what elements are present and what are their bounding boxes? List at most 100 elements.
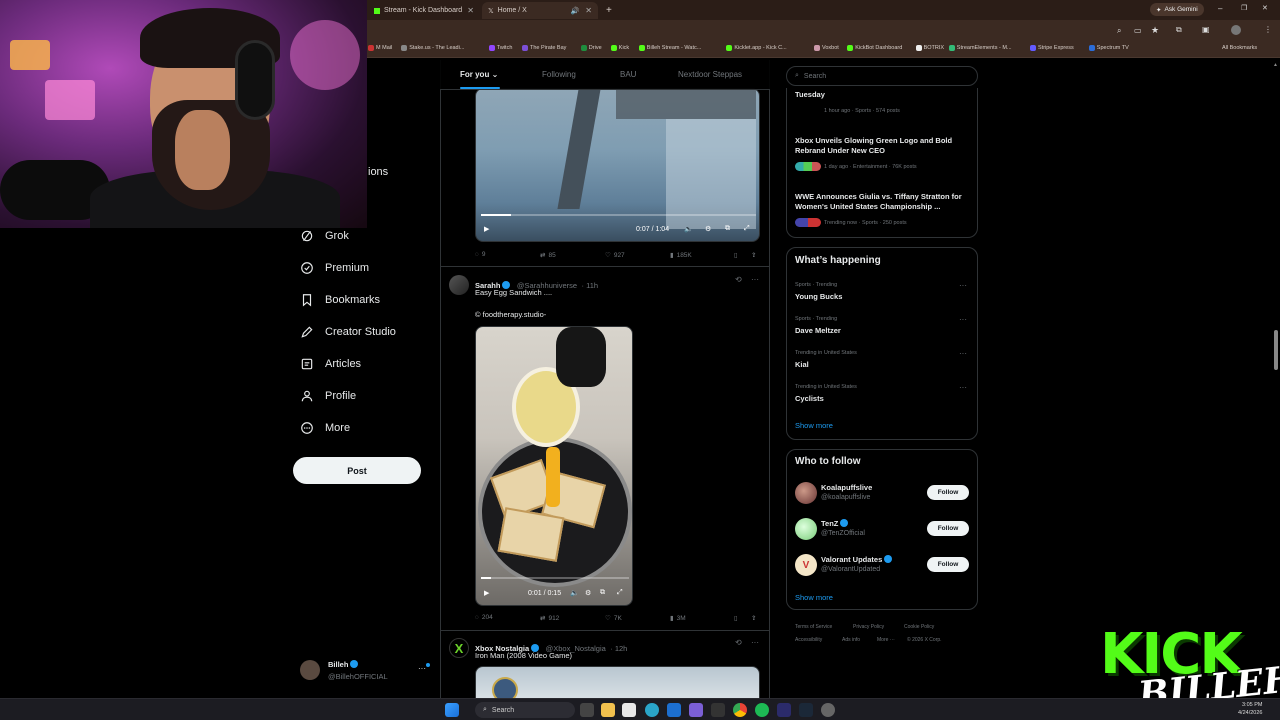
settings-icon[interactable]: ⚙ (585, 589, 591, 597)
footer-link[interactable]: Cookie Policy (904, 624, 934, 630)
footer-link[interactable]: Privacy Policy (853, 624, 884, 630)
follow-button[interactable]: Follow (927, 557, 969, 572)
post-more-icon[interactable]: ··· (751, 275, 759, 284)
pip-icon[interactable]: ⧉ (600, 589, 605, 597)
bookmark-item[interactable]: Twitch (488, 45, 512, 51)
profile-avatar-icon[interactable] (1231, 25, 1241, 35)
trend-more-icon[interactable]: ··· (959, 281, 967, 290)
chrome-icon[interactable] (733, 703, 747, 717)
search-input[interactable]: ⌕ Search (786, 66, 978, 86)
post-video[interactable]: ▶ 0:07 / 1:04 🔈 ⚙ ⧉ ⤢ (475, 88, 760, 242)
bookmark-item[interactable]: The Pirate Bay (522, 45, 566, 51)
settings-icon[interactable]: ⚙ (705, 225, 711, 233)
post-more-icon[interactable]: ··· (751, 638, 759, 647)
scroll-thumb[interactable] (1274, 330, 1278, 370)
bookmark-item[interactable]: BOTRIX (915, 45, 944, 51)
account-switcher[interactable]: Billeh @BillehOFFICIAL ··· (300, 658, 434, 684)
close-window-icon[interactable]: ✕ (1262, 4, 1268, 12)
avatar[interactable] (449, 275, 469, 295)
repost-button[interactable]: ⇄ 912 (540, 614, 559, 623)
trend-more-icon[interactable]: ··· (959, 349, 967, 358)
fullscreen-icon[interactable]: ⤢ (617, 589, 623, 597)
terminal-icon[interactable] (777, 703, 791, 717)
edge-icon[interactable] (645, 703, 659, 717)
scroll-up-icon[interactable]: ▲ (1273, 62, 1278, 68)
video-progress-track[interactable] (481, 577, 629, 579)
avatar[interactable] (795, 482, 817, 504)
nav-articles[interactable]: Articles (300, 353, 361, 375)
trend-more-icon[interactable]: ··· (959, 383, 967, 392)
reply-button[interactable]: ◌ 9 (475, 251, 486, 258)
xbox-icon[interactable] (711, 703, 725, 717)
menu-dots-icon[interactable]: ⋮ (1264, 25, 1272, 34)
file-explorer-icon[interactable] (601, 703, 615, 717)
bookmark-button[interactable]: ▯ (734, 251, 738, 259)
tab-for-you[interactable]: For you ⌄ (460, 70, 498, 79)
tab-following[interactable]: Following (542, 70, 576, 79)
bookmark-item[interactable]: Stripe Express (1030, 45, 1074, 51)
like-button[interactable]: ♡ 927 (605, 251, 625, 260)
nav-premium[interactable]: Premium (300, 257, 369, 279)
share-button[interactable]: ⇪ (751, 614, 756, 622)
restore-icon[interactable]: ❐ (1241, 4, 1247, 12)
bookmark-item[interactable]: Drive (580, 45, 602, 51)
discord-icon[interactable] (689, 703, 703, 717)
nav-creator-studio[interactable]: Creator Studio (300, 321, 396, 343)
nav-profile[interactable]: Profile (300, 385, 356, 407)
trend-name[interactable]: Kial (795, 360, 809, 369)
grok-post-icon[interactable]: ⟲ (735, 638, 742, 647)
nav-more[interactable]: More (300, 417, 350, 439)
like-button[interactable]: ♡ 7K (605, 614, 622, 623)
mail-icon[interactable] (667, 703, 681, 717)
avatar[interactable]: V (795, 554, 817, 576)
avatar[interactable]: X (449, 638, 469, 658)
store-icon[interactable] (622, 703, 636, 717)
views-button[interactable]: ▮ 3M (670, 614, 686, 623)
post-button[interactable]: Post (293, 457, 421, 484)
task-view-icon[interactable] (580, 703, 594, 717)
views-button[interactable]: ▮ 185K (670, 251, 692, 260)
bookmark-button[interactable]: ▯ (734, 614, 738, 622)
follow-button[interactable]: Follow (927, 521, 969, 536)
cast-icon[interactable]: ▭ (1134, 26, 1142, 35)
fullscreen-icon[interactable]: ⤢ (744, 225, 750, 233)
close-tab-icon[interactable]: ✕ (585, 6, 592, 15)
steam-icon[interactable] (799, 703, 813, 717)
footer-link[interactable]: Accessibility (795, 637, 822, 643)
footer-link[interactable]: Terms of Service (795, 624, 832, 630)
pip-icon[interactable]: ⧉ (725, 225, 730, 233)
trend-name[interactable]: Young Bucks (795, 292, 842, 301)
tab-bau[interactable]: BAU (620, 70, 636, 79)
bookmark-item[interactable]: StreamElements - M... (948, 45, 1012, 51)
windows-start-icon[interactable] (445, 703, 459, 717)
show-more-follow-link[interactable]: Show more (795, 593, 833, 602)
ask-gemini-button[interactable]: ✦ Ask Gemini (1150, 3, 1204, 16)
footer-link[interactable]: Ads info (842, 637, 860, 643)
audio-icon[interactable]: 🔊 (571, 7, 580, 15)
bookmark-item[interactable]: KickBot Dashboard (847, 45, 902, 51)
post-video[interactable]: ▶ 0:01 / 0:15 🔈 ⚙ ⧉ ⤢ (475, 326, 633, 606)
video-progress-track[interactable] (481, 214, 756, 216)
bookmark-item[interactable]: M Mail (368, 45, 392, 51)
page-scrollbar[interactable]: ▲ (1272, 60, 1280, 700)
grok-post-icon[interactable]: ⟲ (735, 275, 742, 284)
footer-link[interactable]: More ··· (877, 637, 895, 643)
more-dots-icon[interactable]: ··· (418, 664, 426, 673)
trend-name[interactable]: Dave Meltzer (795, 326, 841, 335)
minimize-icon[interactable]: – (1218, 4, 1222, 13)
taskbar-search[interactable]: ⌕ Search (475, 702, 575, 718)
spotify-icon[interactable] (755, 703, 769, 717)
share-button[interactable]: ⇪ (751, 251, 756, 259)
sidepanel-icon[interactable]: ▣ (1202, 25, 1210, 34)
show-more-trends-link[interactable]: Show more (795, 421, 833, 430)
news-title[interactable]: Xbox Unveils Glowing Green Logo and Bold… (795, 136, 970, 156)
all-bookmarks-button[interactable]: All Bookmarks (1222, 45, 1257, 51)
new-tab-button[interactable]: + (600, 2, 616, 19)
extensions-icon[interactable]: ⧉ (1176, 25, 1182, 35)
news-title[interactable]: WWE Announces Giulia vs. Tiffany Stratto… (795, 192, 970, 212)
reply-button[interactable]: ◌ 204 (475, 614, 493, 621)
star-icon[interactable]: ★ (1151, 25, 1159, 36)
bookmark-item[interactable]: Kick (610, 45, 629, 51)
trend-more-icon[interactable]: ··· (959, 315, 967, 324)
play-icon[interactable]: ▶ (484, 589, 489, 597)
